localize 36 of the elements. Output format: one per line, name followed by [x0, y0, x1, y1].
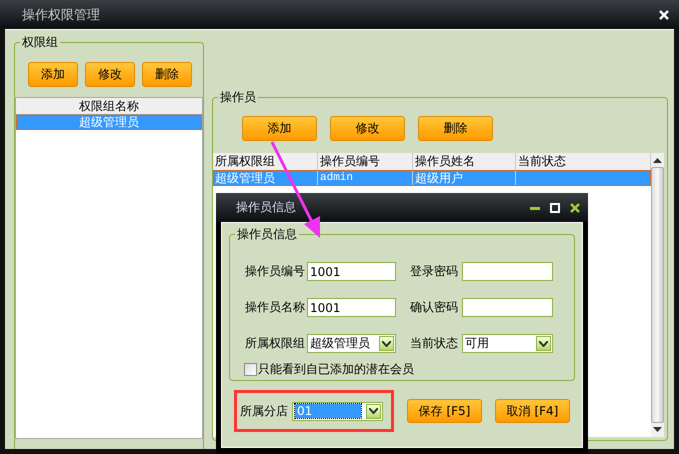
column-header: 权限组名称 [16, 98, 202, 115]
dialog-title: 操作员信息 [236, 199, 296, 216]
dropdown[interactable]: 超级管理员 [307, 334, 396, 353]
input-field[interactable]: 1001 [307, 298, 396, 317]
action-button[interactable]: 修改 [85, 62, 135, 87]
action-button[interactable]: 修改 [330, 116, 405, 141]
window-title: 操作权限管理 [22, 6, 100, 24]
action-button[interactable]: 删除 [418, 116, 493, 141]
checkbox-label: 只能看到自已添加的潜在会员 [258, 361, 414, 378]
scroll-up-icon[interactable] [653, 158, 662, 163]
maximize-icon[interactable] [550, 202, 560, 212]
table-cell: 超级用户 [413, 170, 516, 186]
field-label: 操作员名称 [245, 299, 306, 316]
field-label: 所属权限组 [245, 335, 306, 352]
input-field[interactable]: 1001 [307, 262, 396, 281]
action-button[interactable]: 取消 [F4] [495, 399, 570, 423]
input-field[interactable] [462, 298, 553, 317]
close-icon[interactable] [570, 202, 580, 212]
field-label: 确认密码 [410, 299, 459, 316]
table-cell: 超级管理员 [213, 170, 318, 186]
action-button[interactable]: 保存 [F5] [407, 399, 482, 423]
field-label: 当前状态 [410, 335, 459, 352]
group-legend: 权限组 [20, 35, 60, 50]
action-button[interactable]: 添加 [28, 62, 78, 87]
group-legend: 操作员 [218, 90, 258, 105]
action-button[interactable]: 删除 [142, 62, 192, 87]
field-label: 操作员编号 [245, 263, 306, 280]
input-field[interactable] [462, 262, 553, 281]
table-cell: admin [318, 170, 413, 186]
group-legend: 操作员信息 [235, 227, 299, 242]
field-label: 所属分店 [240, 402, 288, 420]
scroll-down-icon[interactable] [653, 427, 662, 432]
dropdown[interactable]: 可用 [462, 334, 553, 353]
checkbox[interactable] [244, 363, 257, 376]
action-button[interactable]: 添加 [242, 116, 317, 141]
field-label: 登录密码 [410, 263, 459, 280]
